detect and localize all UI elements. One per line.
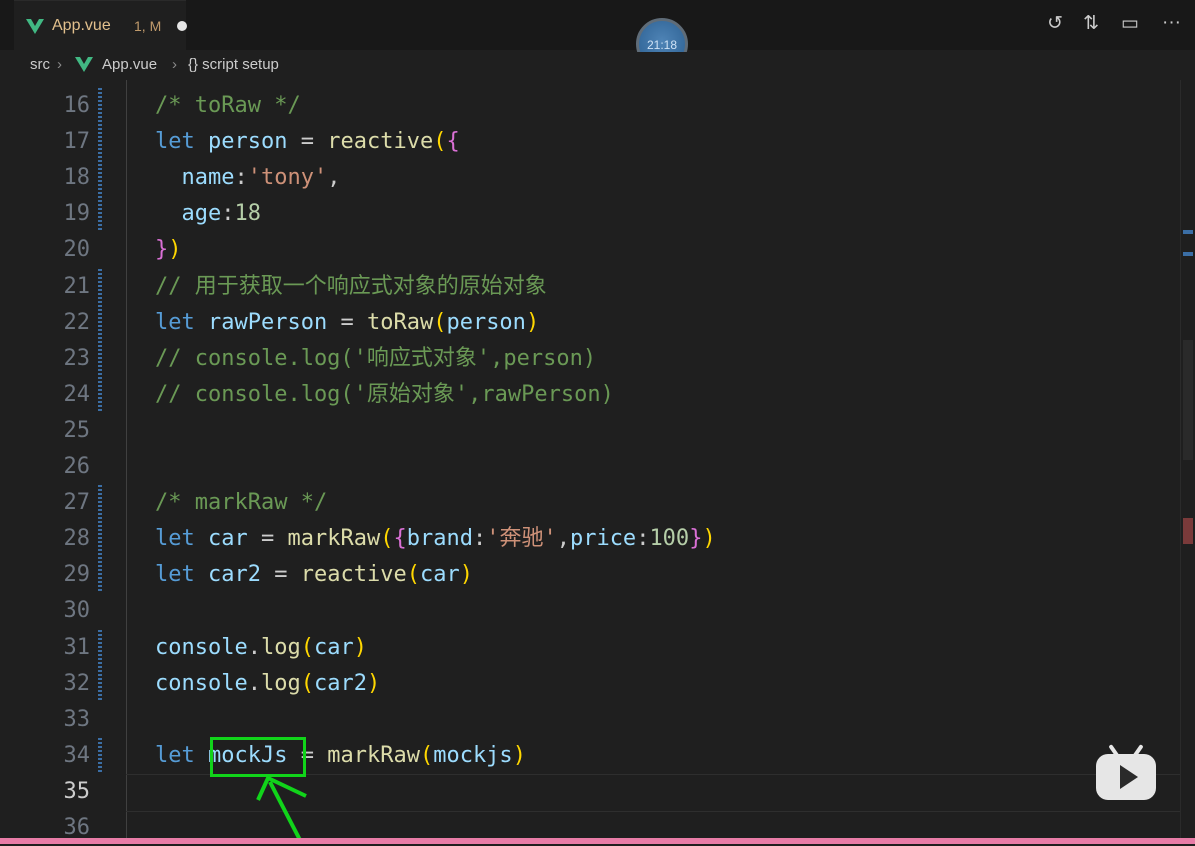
play-icon[interactable] — [1096, 744, 1156, 800]
annotation-arrow — [256, 775, 307, 841]
bottom-bar — [0, 838, 1195, 844]
